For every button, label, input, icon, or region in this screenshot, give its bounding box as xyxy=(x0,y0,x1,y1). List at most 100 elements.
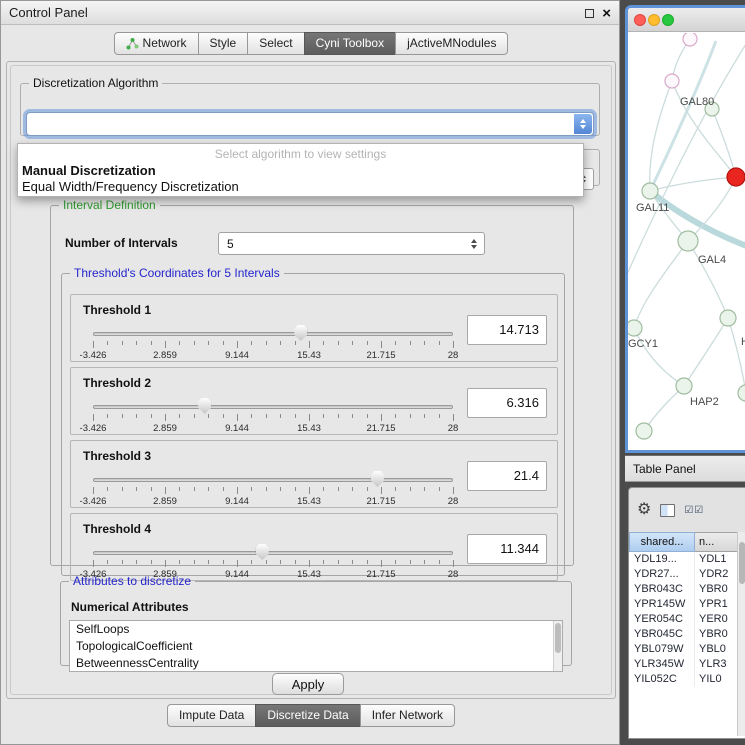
attribute-item[interactable]: BetweennessCentrality xyxy=(70,655,562,672)
slider-tick xyxy=(453,414,454,421)
columns-icon[interactable] xyxy=(660,504,675,517)
slider-thumb[interactable] xyxy=(198,398,211,414)
network-node[interactable] xyxy=(665,74,679,88)
table-row[interactable]: YDR27...YDR2 xyxy=(629,567,745,582)
select-columns-icons[interactable]: ☑☑ xyxy=(684,505,704,516)
tab-jactivemnodules[interactable]: jActiveMNodules xyxy=(395,32,508,55)
table-row[interactable]: YIL052CYIL0 xyxy=(629,672,745,687)
slider-tick xyxy=(266,560,267,564)
network-node[interactable] xyxy=(628,320,642,336)
numerical-attributes-list[interactable]: SelfLoopsTopologicalCoefficientBetweenne… xyxy=(69,620,563,672)
tab-label: jActiveMNodules xyxy=(407,33,496,54)
tab-discretize-data[interactable]: Discretize Data xyxy=(255,704,360,727)
group-title: Threshold's Coordinates for 5 Intervals xyxy=(70,266,284,280)
algorithm-combobox[interactable] xyxy=(26,112,594,136)
close-button[interactable] xyxy=(634,14,646,26)
network-node[interactable] xyxy=(636,423,652,439)
zoom-button[interactable] xyxy=(662,14,674,26)
slider-tick xyxy=(122,560,123,564)
network-node[interactable] xyxy=(738,385,745,401)
table-panel-header[interactable]: Table Panel xyxy=(625,455,745,482)
combo-stepper-icon[interactable] xyxy=(574,114,592,134)
network-node[interactable] xyxy=(642,183,658,199)
slider-tick xyxy=(179,560,180,564)
threshold-label: Threshold 4 xyxy=(83,522,151,536)
threshold-slider[interactable]: -3.4262.8599.14415.4321.71528 xyxy=(93,473,453,507)
network-node[interactable] xyxy=(683,33,697,46)
scrollbar-thumb[interactable] xyxy=(739,542,745,584)
table-cell: YLR345W xyxy=(629,657,695,672)
threshold-slider[interactable]: -3.4262.8599.14415.4321.71528 xyxy=(93,327,453,361)
combo-stepper-icon[interactable] xyxy=(467,233,481,254)
network-node[interactable] xyxy=(720,310,736,326)
slider-track[interactable] xyxy=(93,551,453,555)
slider-track[interactable] xyxy=(93,332,453,336)
slider-tick xyxy=(93,560,94,567)
close-icon[interactable]: × xyxy=(602,6,611,21)
tab-style[interactable]: Style xyxy=(198,32,249,55)
table-cell: YBL079W xyxy=(629,642,695,657)
slider-tick xyxy=(223,560,224,564)
table-row[interactable]: YER054CYER0 xyxy=(629,612,745,627)
table-row[interactable]: YBR043CYBR0 xyxy=(629,582,745,597)
scrollbar[interactable] xyxy=(553,621,562,671)
slider-tick xyxy=(251,341,252,345)
threshold-value-field[interactable]: 6.316 xyxy=(467,388,547,418)
tab-select[interactable]: Select xyxy=(247,32,304,55)
tick-label: 9.144 xyxy=(225,423,249,434)
slider-thumb[interactable] xyxy=(294,325,307,341)
column-header-shared-name[interactable]: shared... xyxy=(629,532,695,552)
dropdown-item-equal-width-frequency[interactable]: Equal Width/Frequency Discretization xyxy=(18,179,583,195)
slider-tick xyxy=(151,560,152,564)
slider-tick xyxy=(237,341,238,348)
table-body[interactable]: YDL19...YDL1YDR27...YDR2YBR043CYBR0YPR14… xyxy=(629,552,745,738)
bottom-tab-bar: Impute Data Discretize Data Infer Networ… xyxy=(1,704,621,727)
scrollbar[interactable] xyxy=(737,532,745,736)
tab-network[interactable]: Network xyxy=(114,32,199,55)
node-label: GAL11 xyxy=(636,202,669,214)
float-window-icon[interactable] xyxy=(585,9,594,18)
dropdown-item-manual-discretization[interactable]: Manual Discretization xyxy=(18,163,583,179)
slider-ticks xyxy=(93,487,453,495)
network-node[interactable] xyxy=(676,378,692,394)
attribute-item[interactable]: TopologicalCoefficient xyxy=(70,638,562,655)
network-canvas[interactable]: GAL80GAL11GAL4GCY1HHAP2 xyxy=(628,33,745,450)
network-node[interactable] xyxy=(678,231,698,251)
dropdown-placeholder: Select algorithm to view settings xyxy=(18,146,583,163)
slider-thumb[interactable] xyxy=(371,471,384,487)
number-of-intervals-combobox[interactable]: 5 xyxy=(218,232,485,255)
table-row[interactable]: YDL19...YDL1 xyxy=(629,552,745,567)
tab-cyni-toolbox[interactable]: Cyni Toolbox xyxy=(304,32,396,55)
threshold-value-field[interactable]: 21.4 xyxy=(467,461,547,491)
slider-track[interactable] xyxy=(93,405,453,409)
slider-tick xyxy=(338,341,339,345)
slider-tick xyxy=(410,560,411,564)
threshold-value-field[interactable]: 11.344 xyxy=(467,534,547,564)
slider-track[interactable] xyxy=(93,478,453,482)
table-cell: YIL052C xyxy=(629,672,695,687)
table-row[interactable]: YLR345WYLR3 xyxy=(629,657,745,672)
slider-tick xyxy=(367,560,368,564)
minimize-button[interactable] xyxy=(648,14,660,26)
slider-thumb[interactable] xyxy=(256,544,269,560)
gear-icon[interactable]: ⚙ xyxy=(637,502,651,518)
tab-impute-data[interactable]: Impute Data xyxy=(167,704,256,727)
slider-tick xyxy=(122,487,123,491)
table-row[interactable]: YBL079WYBL0 xyxy=(629,642,745,657)
network-node[interactable] xyxy=(727,168,745,186)
apply-button[interactable]: Apply xyxy=(272,673,344,695)
attribute-item[interactable]: SelfLoops xyxy=(70,621,562,638)
node-label: HAP2 xyxy=(690,396,719,408)
threshold-slider[interactable]: -3.4262.8599.14415.4321.71528 xyxy=(93,400,453,434)
table-row[interactable]: YPR145WYPR1 xyxy=(629,597,745,612)
scrollbar-thumb[interactable] xyxy=(555,623,561,653)
slider-tick xyxy=(410,414,411,418)
slider-tick xyxy=(179,487,180,491)
tab-infer-network[interactable]: Infer Network xyxy=(360,704,455,727)
table-row[interactable]: YBR045CYBR0 xyxy=(629,627,745,642)
threshold-value-field[interactable]: 14.713 xyxy=(467,315,547,345)
network-window-titlebar[interactable] xyxy=(628,8,745,32)
tick-label: 28 xyxy=(448,350,459,361)
titlebar[interactable]: Control Panel × xyxy=(1,1,619,25)
slider-tick xyxy=(439,414,440,418)
